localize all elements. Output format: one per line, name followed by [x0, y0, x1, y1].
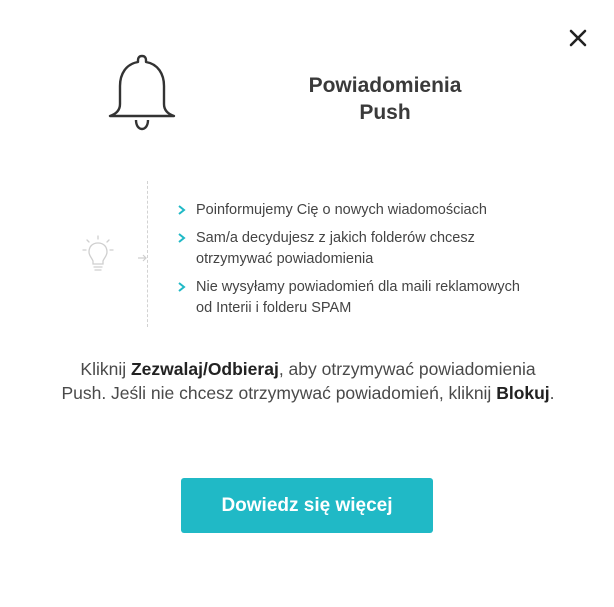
lightbulb-icon	[82, 235, 114, 271]
block-keyword: Blokuj	[496, 383, 550, 403]
feature-text: Poinformujemy Cię o nowych wiadomościach	[196, 202, 487, 218]
allow-keyword: Zezwalaj/Odbieraj	[130, 359, 279, 379]
chevron-right-icon	[178, 282, 186, 292]
feature-text: Nie wysyłamy powiadomień dla maili rekla…	[196, 279, 520, 316]
feature-item: Nie wysyłamy powiadomień dla maili rekla…	[176, 277, 536, 319]
instructions-text: Kliknij Zezwalaj/Odbieraj, aby otrzymywa…	[60, 357, 556, 405]
instructions-part-1: Kliknij	[80, 359, 131, 379]
feature-item: Poinformujemy Cię o nowych wiadomościach	[176, 200, 536, 221]
chevron-right-icon	[178, 233, 186, 243]
feature-list: Poinformujemy Cię o nowych wiadomościach…	[176, 200, 536, 326]
feature-item: Sam/a decydujesz z jakich folderów chces…	[176, 228, 536, 270]
title-line-1: Powiadomienia	[308, 74, 462, 97]
title-line-2: Push	[359, 101, 411, 124]
close-button[interactable]	[566, 26, 590, 50]
pointer-arrow-icon	[138, 254, 147, 262]
feature-text: Sam/a decydujesz z jakich folderów chces…	[196, 230, 475, 267]
instructions-part-3: .	[549, 383, 555, 403]
close-icon	[569, 29, 587, 47]
chevron-right-icon	[178, 205, 186, 215]
learn-more-button[interactable]: Dowiedz się więcej	[181, 478, 433, 533]
bell-icon	[108, 54, 176, 131]
dialog-title: Powiadomienia Push	[300, 72, 470, 126]
